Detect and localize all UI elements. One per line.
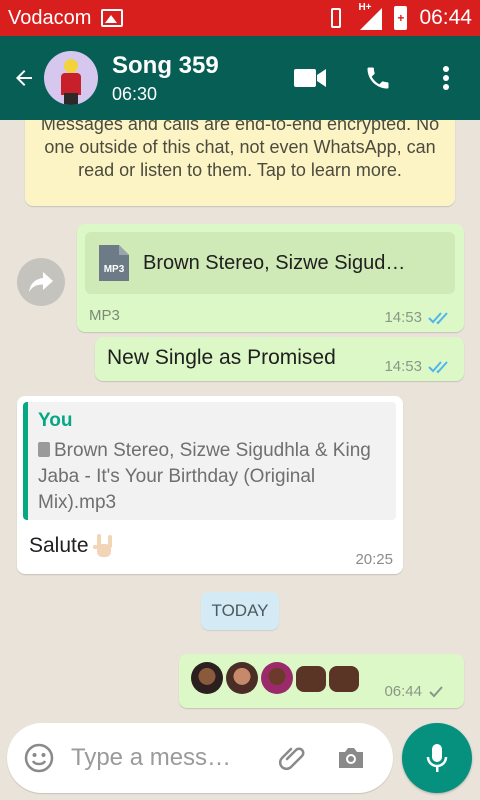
status-bar: Vodacom H+ 06:44 [0,0,480,36]
paperclip-icon [279,747,305,771]
text-message[interactable]: New Single as Promised 14:53 [95,337,464,381]
contact-name: Song 359 [112,51,219,79]
more-options-button[interactable] [412,36,480,120]
chat-header: Song 359 06:30 [0,36,480,120]
single-tick-icon [429,685,443,697]
file-name: Brown Stereo, Sizwe Sigud… [143,251,406,274]
file-attachment[interactable]: MP3 Brown Stereo, Sizwe Sigud… [85,232,455,294]
rock-hand-emoji-icon [92,534,112,557]
video-camera-icon [294,69,326,87]
camera-button[interactable] [321,723,381,793]
vibrate-icon [326,7,346,29]
smiley-icon [24,743,54,773]
right-fist-emoji-icon [329,666,359,692]
forward-icon [29,272,53,292]
message-meta: 14:53 [384,358,452,375]
date-divider: TODAY [201,592,279,630]
double-tick-icon [428,360,448,373]
contact-info[interactable]: Song 359 06:30 [112,52,219,105]
emoji-row [191,662,359,694]
camera-icon [339,748,363,768]
status-time: 06:44 [419,6,472,29]
document-icon [38,442,50,457]
phone-icon [367,67,389,89]
voice-call-button[interactable] [344,36,412,120]
network-type: H+ [358,2,372,13]
woman-gesturing-ok-emoji-icon [261,662,293,694]
attach-button[interactable] [267,723,321,793]
quote-text: Brown Stereo, Sizwe Sigudhla & King Jaba… [38,440,371,513]
battery-icon [394,6,408,30]
avatar[interactable] [44,51,98,105]
emoji-message[interactable]: 06:44 [179,654,464,708]
image-notification-icon [101,9,124,27]
message-composer [7,723,393,793]
message-time: 20:25 [355,551,393,568]
message-time: 06:44 [384,683,422,700]
contact-status: 06:30 [112,83,158,104]
file-icon-label: MP3 [104,264,125,275]
microphone-icon [426,744,448,772]
file-type: MP3 [89,307,120,324]
video-call-button[interactable] [276,36,344,120]
quoted-message[interactable]: You Brown Stereo, Sizwe Sigudhla & King … [23,402,396,520]
forward-button[interactable] [17,258,65,306]
quote-author: You [38,410,73,431]
person-facepalming-emoji-icon [226,662,258,694]
quote-text-wrapper: Brown Stereo, Sizwe Sigudhla & King Jaba… [38,438,386,516]
encryption-notice[interactable]: Messages and calls are end-to-end encryp… [25,120,455,206]
back-button[interactable] [4,36,44,120]
voice-record-button[interactable] [402,723,472,793]
message-time: 14:53 [384,358,422,375]
double-tick-icon [428,311,448,324]
carrier-name: Vodacom [8,6,92,29]
chat-area[interactable]: Messages and calls are end-to-end encryp… [0,120,480,718]
message-meta: 06:44 [384,683,444,700]
back-arrow-icon [16,70,32,86]
more-vert-icon [443,66,449,90]
mp3-file-icon: MP3 [99,245,129,281]
message-time: 14:53 [384,309,422,326]
reply-text-wrapper: Salute [29,532,117,560]
emoji-button[interactable] [7,723,71,793]
message-input[interactable] [71,744,261,772]
message-meta: 14:53 [384,309,452,326]
left-fist-emoji-icon [296,666,326,692]
message-text: Salute [29,534,89,557]
message-text: New Single as Promised [107,346,336,369]
woman-gesturing-ok-emoji-icon [191,662,223,694]
reply-message[interactable]: You Brown Stereo, Sizwe Sigudhla & King … [17,396,403,574]
signal-icon: H+ [358,2,383,30]
file-message[interactable]: MP3 Brown Stereo, Sizwe Sigud… MP3 14:53 [77,224,464,332]
